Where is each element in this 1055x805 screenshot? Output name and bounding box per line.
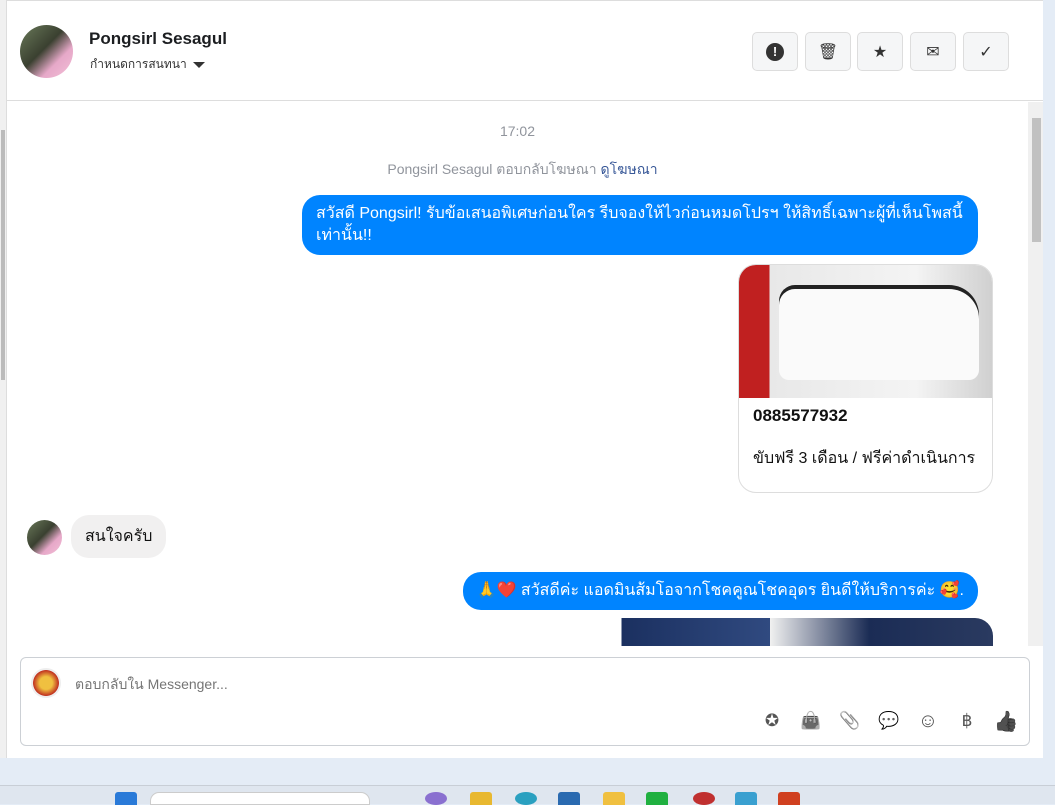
star-button[interactable]: ★ [857, 32, 903, 71]
line-icon[interactable] [646, 792, 668, 805]
conversation-settings-dropdown[interactable]: กำหนดการสนทนา [90, 55, 205, 74]
composer-tools: ✪ 👜 📎 💬 ☺ ฿ 👍 [761, 710, 1019, 733]
promo-image[interactable] [498, 618, 993, 646]
chat-scroll-thumb[interactable] [1032, 118, 1041, 242]
alert-icon: ! [766, 42, 784, 61]
message-list: 17:02 Pongsirl Sesagul ตอบกลับโฆษณา ดูโฆ… [7, 102, 1028, 646]
attach-icon[interactable]: 📎 [839, 710, 861, 732]
star-icon: ★ [872, 43, 888, 61]
ad-card-description: ขับฟรี 3 เดือน / ฟรีค่าดำเนินการ [753, 450, 976, 467]
done-button[interactable]: ✓ [963, 32, 1009, 71]
app-icon[interactable] [693, 792, 715, 805]
envelope-icon: ✉ [926, 43, 940, 61]
search-box[interactable] [150, 792, 370, 805]
contact-avatar[interactable] [20, 25, 73, 78]
shop-bag-icon[interactable]: 👜 [800, 710, 822, 732]
ad-card[interactable]: 0885577932 ขับฟรี 3 เดือน / ฟรีค่าดำเนิน… [738, 264, 993, 493]
reply-input[interactable] [75, 676, 675, 692]
spam-button[interactable]: ! [752, 32, 798, 71]
ad-reply-text: Pongsirl Sesagul ตอบกลับโฆษณา [387, 161, 597, 177]
timestamp: 17:02 [499, 123, 536, 139]
app-icon[interactable] [425, 792, 447, 805]
delete-button[interactable]: 🗑 [805, 32, 851, 71]
app-icon[interactable] [603, 792, 625, 805]
ad-reply-notice: Pongsirl Sesagul ตอบกลับโฆษณา ดูโฆษณา [7, 159, 1028, 181]
sender-avatar [27, 520, 62, 555]
caret-down-icon [192, 61, 205, 68]
saved-reply-icon[interactable]: ✪ [761, 710, 783, 732]
outgoing-message: สวัสดี Pongsirl! รับข้อเสนอพิเศษก่อนใคร … [302, 195, 978, 255]
start-icon[interactable] [115, 792, 137, 805]
notepad-icon[interactable] [735, 792, 757, 805]
store-icon[interactable] [558, 792, 580, 805]
check-icon: ✓ [979, 43, 993, 61]
composer: ✪ 👜 📎 💬 ☺ ฿ 👍 [20, 657, 1030, 746]
outgoing-message: 🙏❤️ สวัสดีค่ะ แอดมินส้มโอจากโชคคูณโชคอุด… [462, 572, 978, 610]
left-scroll-thumb[interactable] [1, 130, 5, 380]
conversation-panel: Pongsirl Sesagul กำหนดการสนทนา ! 🗑 ★ ✉ ✓… [7, 0, 1043, 758]
view-ad-link[interactable]: ดูโฆษณา [601, 161, 658, 177]
conversation-header: Pongsirl Sesagul กำหนดการสนทนา ! 🗑 ★ ✉ ✓ [7, 1, 1043, 101]
conversation-settings-label: กำหนดการสนทนา [90, 57, 187, 71]
edge-icon[interactable] [515, 792, 537, 805]
taskbar [0, 785, 1055, 805]
like-icon[interactable]: 👍 [994, 710, 1019, 733]
trash-icon: 🗑 [817, 43, 839, 61]
contact-name[interactable]: Pongsirl Sesagul [89, 29, 227, 49]
folder-icon[interactable] [470, 792, 492, 805]
emoji-icon[interactable]: ☺ [917, 710, 939, 732]
truck-image [739, 265, 992, 398]
page-avatar [31, 668, 61, 698]
app-icon[interactable] [778, 792, 800, 805]
mark-unread-button[interactable]: ✉ [910, 32, 956, 71]
quick-reply-icon[interactable]: 💬 [878, 710, 900, 732]
chat-scrollbar[interactable] [1028, 102, 1043, 646]
incoming-message: สนใจครับ [71, 515, 167, 558]
left-scrollbar[interactable] [0, 0, 7, 758]
ad-card-phone: 0885577932 [753, 406, 848, 425]
payment-icon[interactable]: ฿ [956, 710, 978, 732]
